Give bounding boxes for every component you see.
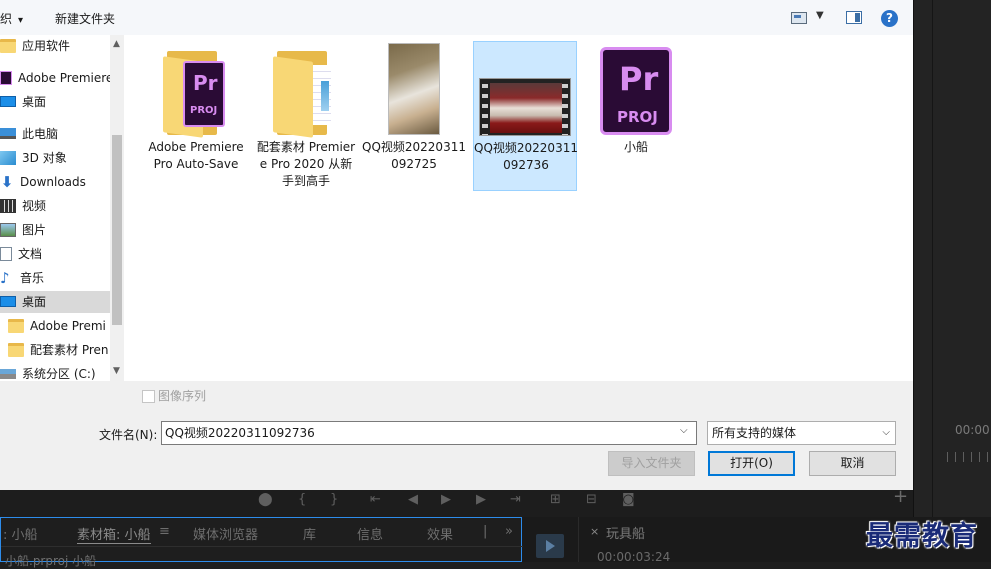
mark-out-icon[interactable]: } [330,492,338,507]
folder-icon [8,318,24,333]
navigation-pane: 应用软件 Adobe Premiere 桌面 此电脑 3D 对象 ⬇ Downlo… [0,35,110,381]
project-panel-tabs: : 小船 素材箱: 小船 ≡ 媒体浏览器 库 信息 效果 | » [1,524,523,544]
new-folder-button[interactable]: 新建文件夹 [55,10,115,27]
more-tabs-icon[interactable]: » [505,524,513,539]
nav-item-documents[interactable]: 文档 [0,243,110,265]
file-label: 配套素材 Premiere Pro 2020 从新手到高手 [256,140,356,188]
marker-icon[interactable]: ⬤ [258,492,273,507]
file-item-project[interactable]: Pr PROJ 小船 [584,41,688,191]
file-item-autosave-folder[interactable]: Pr PROJ Adobe Premiere Pro Auto-Save [144,41,248,191]
computer-icon [0,128,16,139]
drive-icon [0,368,16,379]
chevron-down-icon[interactable]: ▼ [816,10,824,21]
play-icon[interactable]: ▶ [441,492,451,507]
tab-libraries[interactable]: 库 [303,524,316,543]
tab-project[interactable]: : 小船 [3,524,38,543]
organize-button[interactable]: 织 [0,10,23,27]
nav-scrollbar[interactable]: ▲ ▼ [110,35,124,381]
file-item-materials-folder[interactable]: 配套素材 Premiere Pro 2020 从新手到高手 [254,41,358,191]
overwrite-icon[interactable]: ⊟ [586,492,597,507]
nav-item-downloads[interactable]: ⬇ Downloads [0,171,110,193]
nav-item-music[interactable]: ♪ 音乐 [0,267,110,289]
document-icon [0,246,12,261]
file-type-select[interactable]: 所有支持的媒体 ⌵ [707,421,896,445]
nav-item-desktop-quick[interactable]: 桌面 [0,91,110,113]
tab-effects[interactable]: 效果 [427,524,453,543]
nav-item-c-drive[interactable]: 系统分区 (C:) [0,363,110,381]
scroll-thumb[interactable] [112,135,122,325]
watermark-logo: 最需教育 [866,521,978,552]
premiere-project-icon: Pr PROJ [600,47,672,135]
video-thumbnail [479,78,571,136]
image-thumbnail [388,43,440,135]
music-icon: ♪ [0,268,10,287]
desktop-icon [0,96,16,107]
image-sequence-row: 图像序列 [124,381,913,411]
nav-item-videos[interactable]: 视频 [0,195,110,217]
download-icon: ⬇ [0,172,14,191]
chevron-down-icon[interactable]: ⌵ [680,425,688,436]
nav-item-pictures[interactable]: 图片 [0,219,110,241]
view-options-icon[interactable] [791,12,807,24]
file-list: Pr PROJ Adobe Premiere Pro Auto-Save 配套素材… [124,35,913,381]
nav-item-apps[interactable]: 应用软件 [0,35,110,57]
file-label: QQ视频20220311092725 [362,140,466,171]
premiere-folder-icon: Pr PROJ [163,51,229,138]
folder-icon [0,38,16,53]
help-icon[interactable]: ? [881,10,898,27]
pictures-icon [0,222,16,237]
mark-in-icon[interactable]: { [298,492,306,507]
program-timecode: 00:00 [955,423,990,437]
menu-icon[interactable]: ≡ [159,524,170,539]
close-icon[interactable]: × [590,525,599,538]
cancel-button[interactable]: 取消 [809,451,896,476]
file-item-video-selected[interactable]: QQ视频20220311092736 [473,41,578,191]
tab-media-browser[interactable]: 媒体浏览器 [193,524,258,543]
chevron-down-icon: ⌵ [882,427,890,438]
file-item-image[interactable]: QQ视频20220311092725 [362,41,466,191]
camera-icon[interactable]: ◙ [622,492,635,507]
nav-item-this-pc[interactable]: 此电脑 [0,123,110,145]
nav-item-3d-objects[interactable]: 3D 对象 [0,147,110,169]
nav-item-desktop[interactable]: 桌面 [0,291,110,313]
image-sequence-checkbox[interactable] [142,390,155,403]
step-forward-icon[interactable]: ▶ [476,492,486,507]
video-icon [0,198,16,213]
folder-icon [8,342,24,357]
import-folder-button[interactable]: 导入文件夹 [608,451,695,476]
file-label: QQ视频20220311092736 [474,141,578,172]
nav-item-adobe-premiere[interactable]: Adobe Premiere [0,67,110,89]
project-file-name: 小船.prproj 小船 [5,554,97,568]
preview-pane-icon[interactable] [846,11,862,24]
import-dialog: 织 新建文件夹 ▼ ? 应用软件 Adobe Premiere 桌面 此电脑 3… [0,0,913,490]
premiere-icon [0,70,12,85]
transport-controls: ⬤ { } ⇤ ◀ ▶ ▶ ⇥ ⊞ ⊟ ◙ [0,490,913,517]
file-label: Adobe Premiere Pro Auto-Save [148,140,244,171]
play-button[interactable] [536,534,564,558]
time-ruler [947,452,991,462]
step-back-icon[interactable]: ◀ [408,492,418,507]
insert-icon[interactable]: ⊞ [550,492,561,507]
3d-objects-icon [0,150,16,165]
nav-item-materials-folder[interactable]: 配套素材 Pren [0,339,110,361]
scroll-up-icon[interactable]: ▲ [113,39,120,49]
open-button[interactable]: 打开(O) [708,451,795,476]
premiere-right-panel [913,0,991,517]
scroll-down-icon[interactable]: ▼ [113,366,120,376]
go-to-in-icon[interactable]: ⇤ [370,492,381,507]
folder-icon [273,51,339,138]
filename-label: 文件名(N): [99,428,158,442]
nav-item-adobe-premiere-folder[interactable]: Adobe Premi [0,315,110,337]
desktop-icon [0,296,16,307]
tab-info[interactable]: 信息 [357,524,383,543]
project-panel: : 小船 素材箱: 小船 ≡ 媒体浏览器 库 信息 效果 | » 小船.prpr… [0,517,523,568]
filename-input[interactable]: QQ视频20220311092736 [161,421,697,445]
tab-timeline[interactable]: 玩具船 [606,523,645,542]
file-label: 小船 [623,140,648,154]
tab-bin[interactable]: 素材箱: 小船 [77,524,151,544]
dialog-toolbar: 织 新建文件夹 ▼ ? [0,0,913,35]
image-sequence-label: 图像序列 [158,389,207,403]
go-to-out-icon[interactable]: ⇥ [510,492,521,507]
overflow-icon[interactable]: | [483,524,487,539]
